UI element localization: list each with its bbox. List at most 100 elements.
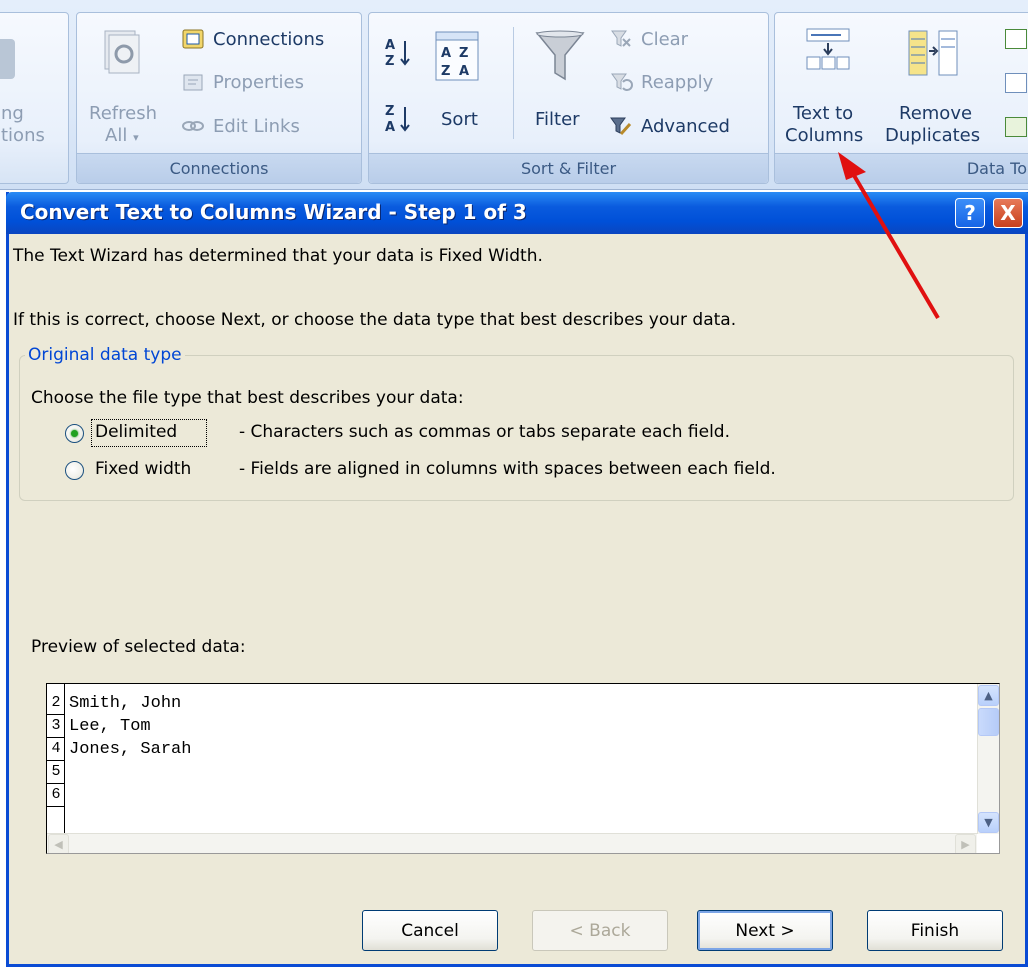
row-number: 5 bbox=[47, 761, 65, 784]
scroll-down-button[interactable]: ▼ bbox=[978, 812, 999, 833]
fixed-width-description: - Fields are aligned in columns with spa… bbox=[239, 459, 776, 479]
dialog-titlebar[interactable]: Convert Text to Columns Wizard - Step 1 … bbox=[6, 192, 1028, 234]
edit-links-button[interactable]: Edit Links bbox=[181, 114, 300, 138]
row-number: 3 bbox=[47, 715, 65, 738]
sort-label: Sort bbox=[441, 109, 478, 130]
delimited-radio[interactable] bbox=[65, 424, 84, 443]
svg-text:A: A bbox=[385, 120, 395, 135]
connections-group: Refresh All ▾ Connections Properties Edi… bbox=[76, 12, 362, 184]
data-tools-group: Text to Columns Remove Duplicates Data T… bbox=[774, 12, 1028, 184]
scroll-left-button[interactable]: ◀ bbox=[48, 834, 69, 853]
text-to-columns-label-1: Text to bbox=[793, 103, 854, 124]
finish-button[interactable]: Finish bbox=[867, 910, 1003, 951]
edit-links-label: Edit Links bbox=[213, 115, 300, 137]
fixed-width-radio-option[interactable]: Fixed width bbox=[65, 456, 235, 486]
remove-duplicates-label-2: Duplicates bbox=[885, 125, 981, 146]
consolidate-icon[interactable] bbox=[1005, 73, 1027, 93]
wizard-message-line-1: The Text Wizard has determined that your… bbox=[13, 246, 543, 266]
advanced-button[interactable]: Advanced bbox=[609, 114, 730, 138]
delimited-radio-option[interactable]: Delimited bbox=[65, 419, 225, 449]
remove-duplicates-button[interactable]: Remove Duplicates bbox=[881, 23, 991, 149]
properties-label: Properties bbox=[213, 71, 304, 93]
wizard-message-line-2: If this is correct, choose Next, or choo… bbox=[13, 310, 737, 330]
partial-group: ng tions bbox=[0, 12, 69, 184]
close-button[interactable]: X bbox=[993, 198, 1023, 228]
sort-descending-icon: ZA bbox=[385, 104, 410, 135]
close-icon: X bbox=[1000, 201, 1016, 225]
data-tools-label-text: Data To bbox=[966, 159, 1027, 178]
svg-text:Z: Z bbox=[441, 64, 450, 79]
fixed-width-radio[interactable] bbox=[65, 461, 84, 480]
scroll-right-button[interactable]: ▶ bbox=[955, 834, 976, 853]
advanced-filter-icon bbox=[610, 117, 632, 136]
preview-label: Preview of selected data: bbox=[31, 637, 246, 657]
data-tools-group-label: Data To bbox=[775, 153, 1028, 183]
refresh-icon bbox=[104, 30, 140, 74]
partial-group-label-2: tions bbox=[1, 125, 45, 146]
refresh-label-2: All ▾ bbox=[105, 125, 139, 149]
excel-ribbon: ng tions Refresh All ▾ Connections Prope… bbox=[0, 0, 1028, 190]
choose-file-type-prompt: Choose the file type that best describes… bbox=[31, 388, 464, 408]
scrollbar-thumb[interactable] bbox=[978, 708, 999, 736]
help-button[interactable]: ? bbox=[955, 198, 985, 228]
original-data-type-legend: Original data type bbox=[25, 345, 185, 365]
row-number: 2 bbox=[47, 692, 65, 715]
connections-label: Connections bbox=[213, 28, 325, 50]
preview-row-text: Lee, Tom bbox=[69, 717, 151, 736]
svg-text:Z: Z bbox=[459, 46, 468, 61]
delimited-label: Delimited bbox=[95, 422, 178, 442]
connections-icon bbox=[182, 29, 204, 49]
refresh-all-button[interactable]: Refresh All ▾ bbox=[87, 23, 157, 149]
refresh-all-text: All bbox=[105, 125, 128, 146]
sort-filter-group-label: Sort & Filter bbox=[369, 153, 768, 183]
back-button[interactable]: < Back bbox=[532, 910, 668, 951]
help-icon: ? bbox=[964, 201, 976, 225]
svg-text:A: A bbox=[385, 38, 395, 53]
reapply-button[interactable]: Reapply bbox=[609, 70, 713, 94]
advanced-label: Advanced bbox=[641, 115, 730, 137]
preview-row-text: Jones, Sarah bbox=[69, 740, 192, 759]
text-to-columns-icon bbox=[806, 28, 850, 70]
row-number: 4 bbox=[47, 738, 65, 761]
connections-button[interactable]: Connections bbox=[181, 27, 324, 51]
remove-duplicates-icon bbox=[908, 30, 958, 76]
data-preview-pane[interactable]: 2 3 4 5 6 Smith, John Lee, Tom Jones, Sa… bbox=[46, 683, 1000, 854]
sort-button[interactable]: A Z Z A Sort bbox=[429, 25, 485, 135]
sort-ascending-button[interactable]: AZ bbox=[383, 33, 413, 73]
sort-ascending-icon: AZ bbox=[385, 38, 410, 69]
svg-text:A: A bbox=[459, 64, 469, 79]
vertical-scrollbar[interactable]: ▲ ▼ bbox=[977, 684, 999, 834]
scroll-up-button[interactable]: ▲ bbox=[978, 685, 999, 706]
dropdown-arrow-icon: ▾ bbox=[133, 131, 139, 144]
svg-text:Z: Z bbox=[385, 54, 394, 69]
remove-duplicates-label-1: Remove bbox=[899, 103, 973, 124]
row-number: 6 bbox=[47, 784, 65, 807]
filter-button[interactable]: Filter bbox=[529, 25, 593, 135]
delimited-description: - Characters such as commas or tabs sepa… bbox=[239, 422, 730, 442]
data-validation-icon[interactable] bbox=[1005, 29, 1027, 49]
connections-group-label: Connections bbox=[77, 153, 361, 183]
sort-filter-group: AZ ZA A Z Z A Sort Filter Clear Reapply … bbox=[368, 12, 769, 184]
refresh-label-1: Refresh bbox=[89, 103, 157, 124]
filter-icon bbox=[535, 30, 585, 81]
text-to-columns-wizard-dialog: Convert Text to Columns Wizard - Step 1 … bbox=[6, 192, 1028, 967]
sort-icon: A Z Z A bbox=[435, 31, 479, 81]
reapply-icon bbox=[611, 73, 633, 91]
clear-label: Clear bbox=[641, 28, 689, 50]
what-if-icon[interactable] bbox=[1005, 117, 1027, 137]
fixed-width-label: Fixed width bbox=[95, 459, 192, 479]
text-to-columns-button[interactable]: Text to Columns bbox=[781, 23, 881, 149]
clear-button[interactable]: Clear bbox=[609, 27, 688, 51]
reapply-label: Reapply bbox=[641, 71, 714, 93]
preview-row-text: Smith, John bbox=[69, 694, 182, 713]
horizontal-scrollbar[interactable]: ◀ ▶ bbox=[47, 833, 977, 853]
svg-text:Z: Z bbox=[385, 104, 394, 119]
cancel-button[interactable]: Cancel bbox=[362, 910, 498, 951]
partial-group-label-1: ng bbox=[1, 103, 24, 124]
sort-descending-button[interactable]: ZA bbox=[383, 99, 413, 139]
properties-icon bbox=[183, 74, 203, 91]
next-button[interactable]: Next > bbox=[697, 910, 833, 951]
link-icon bbox=[182, 121, 204, 131]
separator bbox=[513, 27, 514, 139]
properties-button[interactable]: Properties bbox=[181, 70, 304, 94]
